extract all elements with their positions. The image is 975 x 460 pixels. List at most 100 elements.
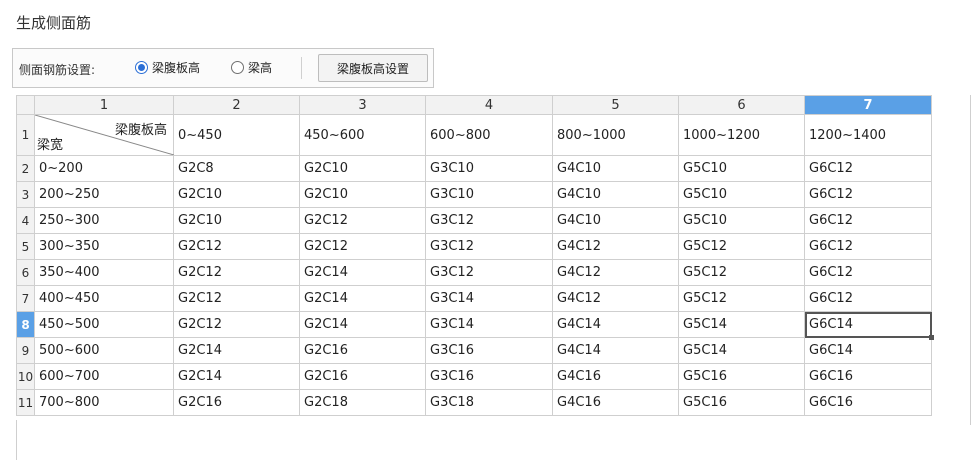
row-header[interactable]: 5 — [16, 233, 35, 260]
rebar-cell[interactable]: G3C12 — [425, 259, 553, 286]
rebar-cell[interactable]: G4C16 — [552, 363, 679, 390]
rebar-cell[interactable]: G2C14 — [299, 285, 426, 312]
beam-width-cell[interactable]: 350~400 — [34, 259, 174, 286]
rebar-cell[interactable]: G2C10 — [173, 207, 300, 234]
rebar-cell[interactable]: G2C12 — [173, 259, 300, 286]
rebar-cell[interactable]: G6C14 — [804, 337, 932, 364]
rebar-cell[interactable]: G5C12 — [678, 233, 805, 260]
rebar-cell[interactable]: G3C10 — [425, 155, 553, 182]
rebar-cell[interactable]: G2C16 — [299, 363, 426, 390]
rebar-cell[interactable]: G2C12 — [173, 311, 300, 338]
rebar-cell[interactable]: G5C10 — [678, 181, 805, 208]
corner-header[interactable] — [16, 95, 35, 115]
rebar-cell[interactable]: G6C12 — [804, 285, 932, 312]
rebar-cell[interactable]: G6C12 — [804, 233, 932, 260]
rebar-cell[interactable]: G6C12 — [804, 155, 932, 182]
rebar-cell[interactable]: G4C10 — [552, 155, 679, 182]
row-header-selected[interactable]: 8 — [16, 311, 35, 338]
rebar-cell[interactable]: G3C16 — [425, 363, 553, 390]
rebar-cell[interactable]: G2C12 — [173, 233, 300, 260]
rebar-cell[interactable]: G5C14 — [678, 337, 805, 364]
rebar-cell[interactable]: G6C16 — [804, 363, 932, 390]
row-header[interactable]: 2 — [16, 155, 35, 182]
col-header[interactable]: 2 — [173, 95, 300, 115]
range-header-cell[interactable]: 1200~1400 — [804, 114, 932, 156]
rebar-cell[interactable]: G2C12 — [173, 285, 300, 312]
beam-width-cell[interactable]: 200~250 — [34, 181, 174, 208]
rebar-cell[interactable]: G5C12 — [678, 259, 805, 286]
rebar-cell[interactable]: G3C12 — [425, 207, 553, 234]
col-header-selected[interactable]: 7 — [804, 95, 932, 115]
rebar-cell[interactable]: G2C8 — [173, 155, 300, 182]
rebar-cell[interactable]: G3C14 — [425, 311, 553, 338]
rebar-cell[interactable]: G4C12 — [552, 285, 679, 312]
col-header[interactable]: 4 — [425, 95, 553, 115]
radio-web-height[interactable]: 梁腹板高 — [135, 59, 200, 76]
range-header-cell[interactable]: 1000~1200 — [678, 114, 805, 156]
rebar-cell[interactable]: G2C14 — [299, 259, 426, 286]
rebar-cell[interactable]: G2C12 — [299, 207, 426, 234]
rebar-cell[interactable]: G2C14 — [173, 337, 300, 364]
rebar-cell[interactable]: G3C18 — [425, 389, 553, 416]
beam-width-cell[interactable]: 400~450 — [34, 285, 174, 312]
rebar-cell[interactable]: G3C14 — [425, 285, 553, 312]
rebar-cell[interactable]: G4C12 — [552, 259, 679, 286]
rebar-cell[interactable]: G5C10 — [678, 207, 805, 234]
rebar-cell[interactable]: G5C16 — [678, 363, 805, 390]
rebar-cell[interactable]: G4C10 — [552, 181, 679, 208]
radio-beam-height[interactable]: 梁高 — [231, 59, 272, 76]
rebar-cell[interactable]: G5C16 — [678, 389, 805, 416]
table-row: 4 250~300 G2C10 G2C12 G3C12 G4C10 G5C10 G6C12 — [16, 207, 932, 234]
rebar-cell[interactable]: G5C14 — [678, 311, 805, 338]
beam-width-cell[interactable]: 450~500 — [34, 311, 174, 338]
beam-width-cell[interactable]: 0~200 — [34, 155, 174, 182]
beam-width-cell[interactable]: 500~600 — [34, 337, 174, 364]
rebar-cell[interactable]: G2C10 — [299, 181, 426, 208]
rebar-cell[interactable]: G2C16 — [299, 337, 426, 364]
diagonal-header-cell[interactable]: 梁腹板高 梁宽 — [34, 114, 174, 156]
row-header[interactable]: 1 — [16, 114, 35, 156]
col-header[interactable]: 1 — [34, 95, 174, 115]
rebar-cell[interactable]: G3C16 — [425, 337, 553, 364]
range-header-cell[interactable]: 0~450 — [173, 114, 300, 156]
col-header[interactable]: 6 — [678, 95, 805, 115]
rebar-cell[interactable]: G2C14 — [173, 363, 300, 390]
row-header[interactable]: 6 — [16, 259, 35, 286]
rebar-cell[interactable]: G6C12 — [804, 181, 932, 208]
rebar-cell[interactable]: G6C12 — [804, 259, 932, 286]
row-header[interactable]: 7 — [16, 285, 35, 312]
rebar-cell[interactable]: G4C16 — [552, 389, 679, 416]
rebar-cell[interactable]: G4C12 — [552, 233, 679, 260]
row-header[interactable]: 10 — [16, 363, 35, 390]
beam-width-cell[interactable]: 600~700 — [34, 363, 174, 390]
beam-width-cell[interactable]: 250~300 — [34, 207, 174, 234]
rebar-cell[interactable]: G2C14 — [299, 311, 426, 338]
row-header[interactable]: 9 — [16, 337, 35, 364]
col-header[interactable]: 5 — [552, 95, 679, 115]
range-header-cell[interactable]: 800~1000 — [552, 114, 679, 156]
rebar-cell[interactable]: G2C12 — [299, 233, 426, 260]
rebar-cell[interactable]: G2C16 — [173, 389, 300, 416]
col-header[interactable]: 3 — [299, 95, 426, 115]
rebar-cell[interactable]: G4C14 — [552, 311, 679, 338]
range-header-cell[interactable]: 450~600 — [299, 114, 426, 156]
beam-width-cell[interactable]: 700~800 — [34, 389, 174, 416]
web-height-settings-button[interactable]: 梁腹板高设置 — [318, 54, 428, 82]
rebar-cell[interactable]: G3C10 — [425, 181, 553, 208]
rebar-cell[interactable]: G3C12 — [425, 233, 553, 260]
rebar-cell[interactable]: G6C12 — [804, 207, 932, 234]
row-header[interactable]: 4 — [16, 207, 35, 234]
beam-width-cell[interactable]: 300~350 — [34, 233, 174, 260]
row-header[interactable]: 3 — [16, 181, 35, 208]
rebar-cell[interactable]: G2C10 — [299, 155, 426, 182]
rebar-cell[interactable]: G6C14 — [804, 311, 935, 341]
rebar-cell[interactable]: G4C14 — [552, 337, 679, 364]
row-header[interactable]: 11 — [16, 389, 35, 416]
rebar-cell[interactable]: G6C16 — [804, 389, 932, 416]
rebar-cell[interactable]: G5C10 — [678, 155, 805, 182]
rebar-cell[interactable]: G2C10 — [173, 181, 300, 208]
rebar-cell[interactable]: G2C18 — [299, 389, 426, 416]
range-header-cell[interactable]: 600~800 — [425, 114, 553, 156]
rebar-cell[interactable]: G4C10 — [552, 207, 679, 234]
rebar-cell[interactable]: G5C12 — [678, 285, 805, 312]
